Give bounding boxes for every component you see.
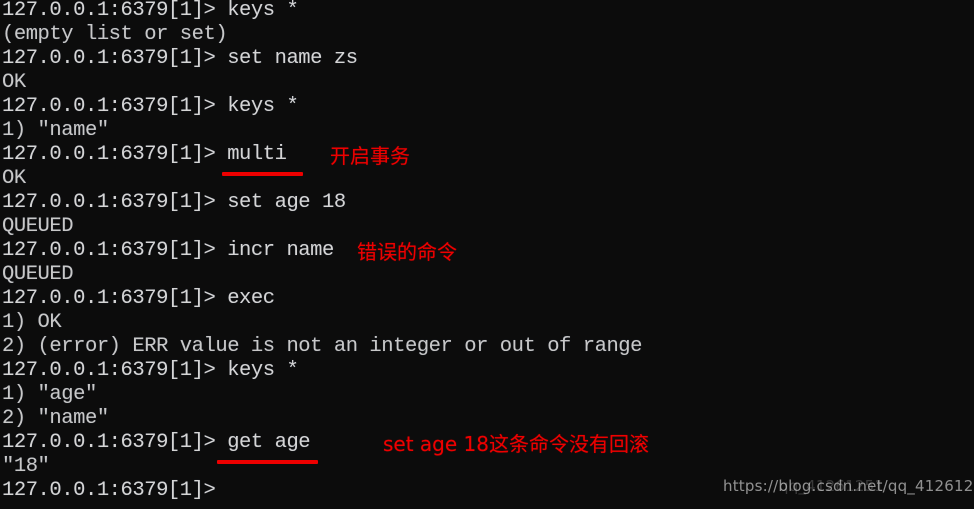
terminal-command-line: 127.0.0.1:6379[1]> keys * <box>2 359 299 382</box>
terminal-command-line: 127.0.0.1:6379[1]> exec <box>2 287 275 310</box>
terminal-command-line: 127.0.0.1:6379[1]> get age <box>2 431 311 454</box>
terminal-output-line: "18" <box>2 455 50 478</box>
red-annotation-text: set age 18这条命令没有回滚 <box>383 432 649 456</box>
terminal-output-line: OK <box>2 71 26 94</box>
terminal-command-line: 127.0.0.1:6379[1]> keys * <box>2 0 299 22</box>
terminal-output-line: OK <box>2 167 26 190</box>
terminal-output-line: 1) "name" <box>2 119 109 142</box>
terminal-output-line: 1) "age" <box>2 383 97 406</box>
terminal-output-line: QUEUED <box>2 263 74 286</box>
terminal-output-line: 2) "name" <box>2 407 109 430</box>
terminal-command-line: 127.0.0.1:6379[1]> keys * <box>2 95 299 118</box>
terminal-output-line: 1) OK <box>2 311 62 334</box>
terminal-output-line: QUEUED <box>2 215 74 238</box>
terminal-command-line: 127.0.0.1:6379[1]> <box>2 479 216 502</box>
terminal-command-line: 127.0.0.1:6379[1]> set age 18 <box>2 191 346 214</box>
watermark-url: https://blog.csdn.net/qq_41261251 <box>723 477 974 495</box>
terminal-command-line: 127.0.0.1:6379[1]> multi <box>2 143 287 166</box>
red-underline-mark <box>222 172 303 176</box>
red-annotation-text: 开启事务 <box>330 144 410 168</box>
terminal-output-line: (empty list or set) <box>2 23 228 46</box>
terminal-screenshot: 127.0.0.1:6379[1]> keys * (empty list or … <box>0 0 974 509</box>
terminal-output-line: 2) (error) ERR value is not an integer o… <box>2 335 643 358</box>
terminal-command-line: 127.0.0.1:6379[1]> incr name <box>2 239 334 262</box>
red-annotation-text: 错误的命令 <box>357 240 457 264</box>
red-underline-mark <box>217 460 318 464</box>
terminal-command-line: 127.0.0.1:6379[1]> set name zs <box>2 47 358 70</box>
